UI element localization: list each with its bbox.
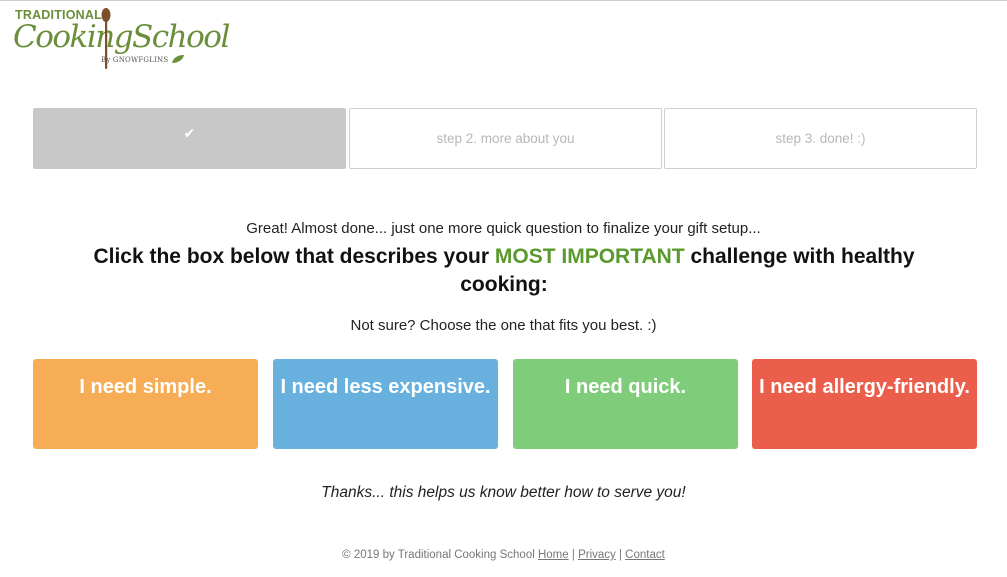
- choice-less-expensive-button[interactable]: I need less expensive.: [273, 359, 498, 449]
- footer-link-contact[interactable]: Contact: [625, 549, 665, 561]
- footer-link-privacy[interactable]: Privacy: [578, 549, 616, 561]
- checkmark-icon: ✔: [183, 124, 196, 141]
- leaf-icon: [172, 55, 184, 63]
- not-sure-text: Not sure? Choose the one that fits you b…: [350, 317, 657, 334]
- heading-before: Click the box below that describes your: [93, 245, 495, 268]
- progress-steps: ✔ step 2. more about you step 3. done! :…: [33, 108, 977, 169]
- logo-byline: By GNOWFGLINS: [101, 56, 169, 64]
- logo-main-text: CookingSchool: [13, 19, 230, 55]
- heading-highlight: MOST IMPORTANT: [494, 245, 685, 268]
- step-3: step 3. done! :): [664, 108, 977, 169]
- footer-separator: |: [571, 549, 575, 561]
- intro-text: Great! Almost done... just one more quic…: [246, 220, 761, 237]
- step-2: step 2. more about you: [349, 108, 662, 169]
- choice-allergy-friendly-button[interactable]: I need allergy-friendly.: [752, 359, 977, 449]
- footer-copyright: © 2019 by Traditional Cooking School: [342, 549, 535, 561]
- step-3-label: step 3. done! :): [775, 131, 866, 146]
- footer-link-home[interactable]: Home: [538, 549, 569, 561]
- step-1-complete: ✔: [33, 108, 346, 169]
- choice-simple-button[interactable]: I need simple.: [33, 359, 258, 449]
- footer-separator: |: [618, 549, 622, 561]
- page-heading: Click the box below that describes your …: [60, 243, 948, 299]
- footer: © 2019 by Traditional Cooking School Hom…: [0, 549, 1007, 561]
- thanks-text: Thanks... this helps us know better how …: [321, 484, 686, 501]
- site-logo[interactable]: TRADITIONAL CookingSchool By GNOWFGLINS: [13, 5, 230, 73]
- choice-quick-button[interactable]: I need quick.: [513, 359, 738, 449]
- step-2-label: step 2. more about you: [436, 131, 575, 146]
